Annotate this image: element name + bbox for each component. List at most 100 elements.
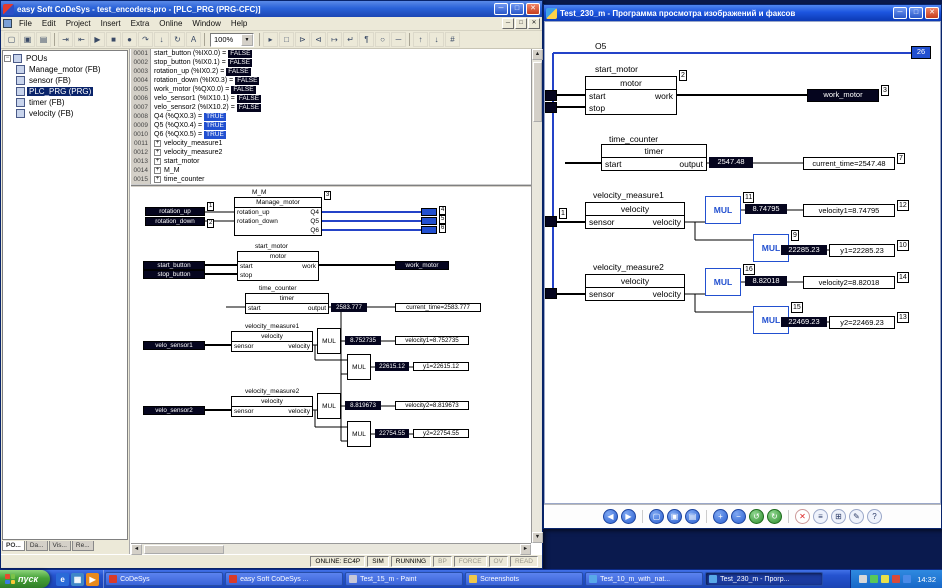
fb-velocity-measure1[interactable]: velocity sensorvelocity (231, 331, 313, 352)
io-stop-button[interactable]: stop_button (143, 270, 205, 279)
menu-extra[interactable]: Extra (126, 19, 155, 28)
fb-velocity-measure2[interactable]: velocity sensorvelocity (231, 396, 313, 417)
run-icon[interactable]: ▶ (90, 32, 105, 47)
menu-file[interactable]: File (14, 19, 37, 28)
watch-row[interactable]: 0011+velocity_measure1 (131, 139, 531, 148)
io-rotation-down[interactable]: rotation_down (145, 217, 205, 226)
out-y1[interactable]: y1=22615.12 (413, 362, 469, 371)
insert-box-icon[interactable]: □ (279, 32, 294, 47)
io-q6-output[interactable] (421, 226, 437, 234)
cfc-editor-canvas[interactable]: M_M Manage_motor rotation_upQ4 rotation_… (131, 188, 531, 543)
watch-row[interactable]: 0002stop_button (%IX0.1)=FALSE (131, 58, 531, 67)
zoom-out-icon[interactable]: − (731, 509, 746, 524)
insert-jump-icon[interactable]: ↦ (327, 32, 342, 47)
negate-icon[interactable]: ○ (375, 32, 390, 47)
zoom-in-icon[interactable]: + (713, 509, 728, 524)
out-current-time[interactable]: current_time=2583.777 (395, 303, 481, 312)
tray-icon[interactable] (892, 575, 900, 583)
mdi-restore-button[interactable]: □ (515, 18, 527, 29)
mdi-close-button[interactable]: ✕ (528, 18, 540, 29)
watch-row[interactable]: 0001start_button (%IX0.0)=FALSE (131, 49, 531, 58)
edit-icon[interactable]: ✎ (849, 509, 864, 524)
zoom-combo[interactable]: 100% ▼ (210, 33, 254, 47)
order-up-icon[interactable]: ↑ (413, 32, 428, 47)
fb-manage-motor[interactable]: Manage_motor rotation_upQ4 rotation_down… (234, 197, 322, 236)
display-order-icon[interactable]: # (445, 32, 460, 47)
io-velo-sensor1[interactable]: velo_sensor1 (143, 341, 205, 350)
watch-row[interactable]: 0005work_motor (%QX0.0)=FALSE (131, 85, 531, 94)
codesys-titlebar[interactable]: easy Soft CoDeSys - test_encoders.pro - … (1, 1, 542, 17)
single-cycle-icon[interactable]: ↻ (170, 32, 185, 47)
tree-item-timer[interactable]: timer (FB) (4, 97, 126, 108)
slideshow-icon[interactable]: ▤ (685, 509, 700, 524)
menu-window[interactable]: Window (187, 19, 225, 28)
expand-icon[interactable]: + (154, 167, 161, 174)
next-image-icon[interactable]: ▶ (621, 509, 636, 524)
out-velocity1[interactable]: velocity1=8.752735 (395, 336, 469, 345)
open-file-icon[interactable]: ▣ (20, 32, 35, 47)
breakpoint-icon[interactable]: ● (122, 32, 137, 47)
collapse-icon[interactable]: − (4, 55, 11, 62)
tab-visualizations[interactable]: Vis... (49, 541, 71, 551)
scrollbar-thumb[interactable] (144, 545, 224, 554)
tree-item-sensor[interactable]: sensor (FB) (4, 75, 126, 86)
login-icon[interactable]: ⇥ (58, 32, 73, 47)
watch-row[interactable]: 0015+time_counter (131, 175, 531, 184)
new-file-icon[interactable]: ▢ (4, 32, 19, 47)
insert-comment-icon[interactable]: ¶ (359, 32, 374, 47)
menu-edit[interactable]: Edit (37, 19, 61, 28)
actual-size-icon[interactable]: ▣ (667, 509, 682, 524)
taskbar-clock[interactable]: 14:32 (917, 575, 936, 584)
insert-return-icon[interactable]: ↵ (343, 32, 358, 47)
out-y2[interactable]: y2=22754.55 (413, 429, 469, 438)
scrollbar-thumb[interactable] (533, 62, 542, 122)
select-mode-icon[interactable]: ▸ (263, 32, 278, 47)
tree-item-plc-prg[interactable]: PLC_PRG (PRG) (4, 86, 126, 97)
watch-row[interactable]: 0013+start_motor (131, 157, 531, 166)
tab-datatypes[interactable]: Da... (26, 541, 48, 551)
minimize-button[interactable]: ─ (893, 7, 907, 19)
rotate-ccw-icon[interactable]: ↺ (749, 509, 764, 524)
watch-row[interactable]: 0003rotation_up (%IX0.2)=FALSE (131, 67, 531, 76)
taskbar-button-test10[interactable]: Test_10_m_with_nat... (585, 572, 703, 586)
taskbar-button-paint[interactable]: Test_15_m - Paint (345, 572, 463, 586)
order-down-icon[interactable]: ↓ (429, 32, 444, 47)
fb-mul[interactable]: MUL (317, 328, 341, 354)
step-over-icon[interactable]: ↷ (138, 32, 153, 47)
horizontal-scrollbar[interactable]: ◄ ► (131, 543, 531, 554)
io-q4-output[interactable] (421, 208, 437, 216)
out-velocity2[interactable]: velocity2=8.819673 (395, 401, 469, 410)
scroll-down-icon[interactable]: ▼ (532, 532, 543, 543)
expand-icon[interactable]: + (154, 149, 161, 156)
maximize-button[interactable]: □ (510, 3, 524, 15)
tab-resources[interactable]: Re... (72, 541, 94, 551)
stop-icon[interactable]: ■ (106, 32, 121, 47)
watch-row[interactable]: 0004rotation_down (%IX0.3)=FALSE (131, 76, 531, 85)
tray-icon[interactable] (881, 575, 889, 583)
watch-row[interactable]: 0007velo_sensor2 (%IX10.2)=FALSE (131, 103, 531, 112)
fb-mul[interactable]: MUL (317, 393, 341, 419)
scroll-left-icon[interactable]: ◄ (131, 544, 142, 555)
insert-input-icon[interactable]: ⊳ (295, 32, 310, 47)
media-player-icon[interactable]: ▶ (86, 573, 99, 586)
mdi-minimize-button[interactable]: ─ (502, 18, 514, 29)
global-search-icon[interactable]: A (186, 32, 201, 47)
tree-item-manage-motor[interactable]: Manage_motor (FB) (4, 64, 126, 75)
tray-icon[interactable] (903, 575, 911, 583)
expand-icon[interactable]: + (154, 176, 161, 183)
scroll-right-icon[interactable]: ► (520, 544, 531, 555)
tray-icon[interactable] (870, 575, 878, 583)
fb-time-counter[interactable]: timer startoutput (245, 293, 329, 314)
internet-explorer-icon[interactable]: e (56, 573, 69, 586)
watch-row[interactable]: 0014+M_M (131, 166, 531, 175)
taskbar-button-screenshots[interactable]: Screenshots (465, 572, 583, 586)
start-button[interactable]: пуск (0, 570, 50, 588)
tray-icon[interactable] (859, 575, 867, 583)
viewer-titlebar[interactable]: Test_230_m - Программа просмотра изображ… (544, 5, 941, 21)
help-icon[interactable]: ? (867, 509, 882, 524)
best-fit-icon[interactable]: ▢ (649, 509, 664, 524)
logout-icon[interactable]: ⇤ (74, 32, 89, 47)
taskbar-button-easysoft[interactable]: easy Soft CoDeSys ... (225, 572, 343, 586)
minimize-button[interactable]: ─ (494, 3, 508, 15)
watch-row[interactable]: 0010Q6 (%QX0.5)=TRUE (131, 130, 531, 139)
